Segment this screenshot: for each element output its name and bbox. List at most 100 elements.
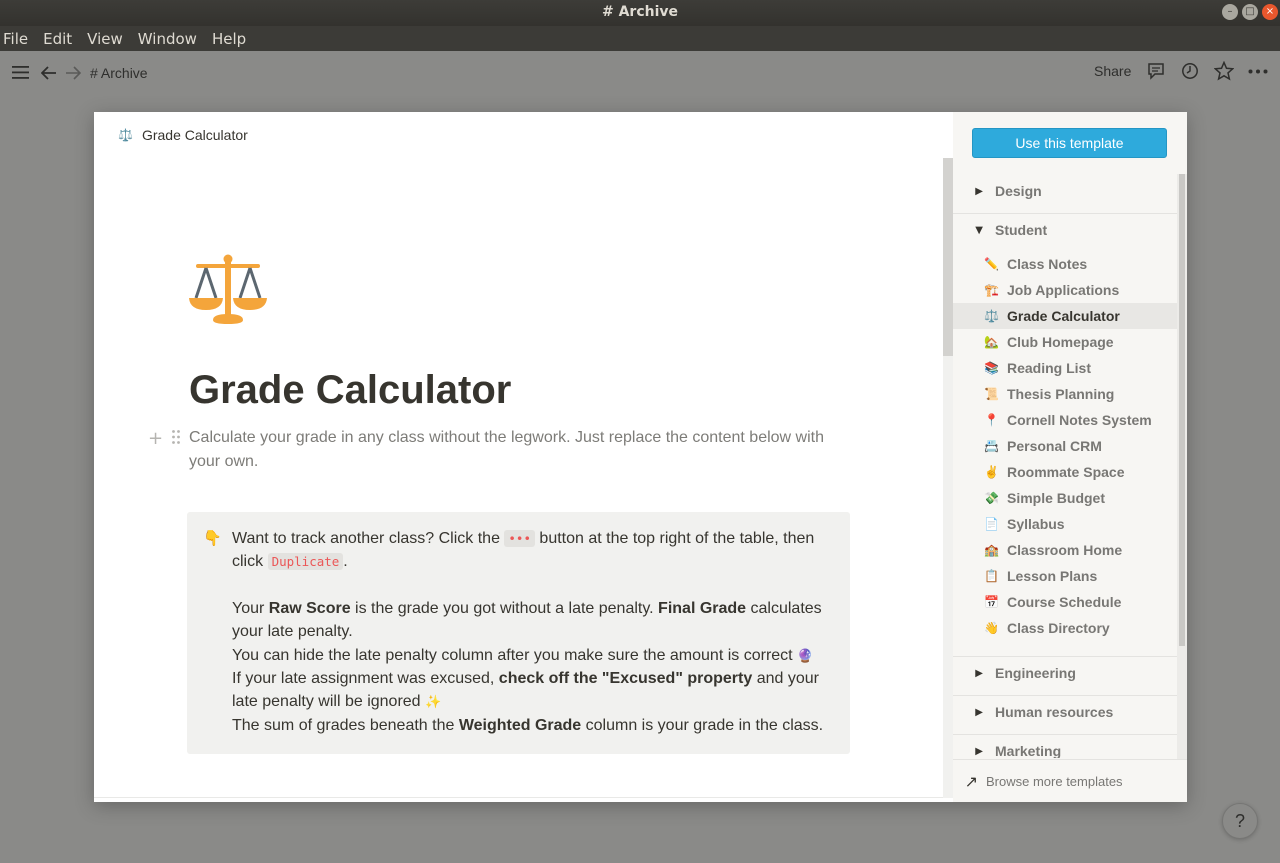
- triangle-down-icon: ▼: [975, 224, 983, 236]
- callout-text-span: .: [343, 553, 348, 571]
- forward-arrow-icon[interactable]: [65, 65, 81, 81]
- callout-paragraph: The sum of grades beneath the Weighted G…: [232, 714, 832, 737]
- document-icon: 📄: [984, 517, 999, 531]
- template-item-class-directory[interactable]: 👋 Class Directory: [953, 615, 1177, 641]
- callout-text-span: If your late assignment was excused,: [232, 670, 499, 688]
- breadcrumb[interactable]: # Archive: [90, 65, 148, 81]
- divider: [953, 213, 1177, 214]
- calendar-icon: 📅: [984, 595, 999, 609]
- use-template-button[interactable]: Use this template: [972, 128, 1167, 158]
- balance-scale-icon: [189, 254, 267, 324]
- callout-text-span: Want to track another class? Click the: [232, 530, 505, 547]
- close-icon[interactable]: ×: [1262, 4, 1278, 20]
- preview-scrollbar[interactable]: [943, 158, 953, 798]
- drag-handle-icon[interactable]: [171, 429, 181, 445]
- pencil-icon: ✏️: [984, 257, 999, 271]
- preview-header-title: Grade Calculator: [141, 127, 248, 143]
- template-preview: ⚖️ Grade Calculator Grade Calculator + C…: [94, 112, 953, 802]
- template-item-job-applications[interactable]: 🏗️ Job Applications: [953, 277, 1177, 303]
- template-item-class-notes[interactable]: ✏️ Class Notes: [953, 251, 1177, 277]
- template-item-label: Simple Budget: [1007, 490, 1106, 506]
- category-label: Student: [995, 222, 1048, 238]
- template-category-list: ▶ Design ▼ Student ✏️ Class Notes 🏗️ Job A…: [953, 174, 1177, 758]
- template-item-label: Reading List: [1007, 360, 1092, 376]
- back-arrow-icon[interactable]: [41, 65, 57, 81]
- victory-hand-icon: ✌️: [984, 465, 999, 479]
- template-item-label: Lesson Plans: [1007, 568, 1098, 584]
- clipboard-icon: 📋: [984, 569, 999, 583]
- template-item-thesis-planning[interactable]: 📜 Thesis Planning: [953, 381, 1177, 407]
- template-sidebar: Use this template ▶ Design ▼ Student ✏️ C…: [953, 112, 1187, 802]
- triangle-right-icon: ▶: [975, 667, 983, 679]
- callout-bold: Final Grade: [658, 599, 747, 617]
- template-item-club-homepage[interactable]: 🏡 Club Homepage: [953, 329, 1177, 355]
- share-button[interactable]: Share: [1094, 63, 1131, 79]
- menu-window[interactable]: Window: [138, 30, 197, 48]
- template-item-lesson-plans[interactable]: 📋 Lesson Plans: [953, 563, 1177, 589]
- more-options-icon[interactable]: [1248, 69, 1268, 74]
- template-item-label: Job Applications: [1007, 282, 1120, 298]
- divider: [953, 734, 1177, 735]
- callout-bold: check off the "Excused" property: [498, 670, 753, 688]
- maximize-icon[interactable]: □: [1242, 4, 1258, 20]
- scrollbar-thumb[interactable]: [1179, 174, 1185, 646]
- add-block-icon[interactable]: +: [148, 428, 163, 449]
- minimize-icon[interactable]: –: [1222, 4, 1238, 20]
- inline-code: •••: [504, 530, 535, 547]
- money-wings-icon: 💸: [984, 491, 999, 505]
- callout-paragraph: Your Raw Score is the grade you got with…: [232, 597, 832, 644]
- callout-text-span: column is your grade in the class.: [581, 716, 824, 734]
- menu-help[interactable]: Help: [212, 30, 246, 48]
- template-item-label: Syllabus: [1007, 516, 1065, 532]
- template-item-syllabus[interactable]: 📄 Syllabus: [953, 511, 1177, 537]
- callout-block: 👇 Want to track another class? Click the…: [187, 512, 850, 754]
- triangle-right-icon: ▶: [975, 185, 983, 197]
- inline-code: Duplicate: [267, 553, 344, 571]
- template-item-personal-crm[interactable]: 📇 Personal CRM: [953, 433, 1177, 459]
- category-marketing[interactable]: ▶ Marketing: [953, 736, 1177, 758]
- category-label: Design: [995, 183, 1042, 199]
- triangle-right-icon: ▶: [975, 745, 983, 757]
- category-label: Marketing: [995, 743, 1062, 758]
- category-student[interactable]: ▼ Student: [953, 215, 1177, 245]
- divider: [953, 695, 1177, 696]
- house-garden-icon: 🏡: [984, 335, 999, 349]
- scrollbar-thumb[interactable]: [943, 158, 953, 356]
- favorite-star-icon[interactable]: [1214, 61, 1234, 81]
- page-title: Grade Calculator: [189, 368, 512, 412]
- template-item-label: Cornell Notes System: [1007, 412, 1152, 428]
- callout-paragraph: You can hide the late penalty column aft…: [232, 644, 832, 667]
- history-clock-icon[interactable]: [1181, 62, 1199, 80]
- category-engineering[interactable]: ▶ Engineering: [953, 658, 1177, 688]
- help-button[interactable]: ?: [1222, 803, 1258, 839]
- pointing-down-icon: 👇: [203, 530, 222, 547]
- template-item-classroom-home[interactable]: 🏫 Classroom Home: [953, 537, 1177, 563]
- template-item-label: Thesis Planning: [1007, 386, 1115, 402]
- callout-text-span: The sum of grades beneath the: [232, 716, 459, 734]
- template-item-cornell-notes[interactable]: 📍 Cornell Notes System: [953, 407, 1177, 433]
- template-item-simple-budget[interactable]: 💸 Simple Budget: [953, 485, 1177, 511]
- menu-file[interactable]: File: [3, 30, 28, 48]
- comment-icon[interactable]: [1147, 62, 1165, 80]
- callout-text: Want to track another class? Click the •…: [232, 527, 832, 737]
- window-titlebar: # Archive – □ ×: [0, 0, 1280, 26]
- callout-text-span: Your: [232, 599, 269, 617]
- balance-scale-icon: ⚖️: [118, 128, 133, 142]
- app-toolbar: # Archive Share: [0, 51, 1280, 94]
- template-item-grade-calculator[interactable]: ⚖️ Grade Calculator: [953, 303, 1177, 329]
- menu-bar: File Edit View Window Help: [0, 26, 1280, 51]
- template-item-roommate-space[interactable]: ✌️ Roommate Space: [953, 459, 1177, 485]
- template-item-course-schedule[interactable]: 📅 Course Schedule: [953, 589, 1177, 615]
- browse-more-templates-link[interactable]: ↗ Browse more templates: [953, 759, 1187, 802]
- menu-view[interactable]: View: [87, 30, 123, 48]
- template-item-label: Course Schedule: [1007, 594, 1122, 610]
- construction-icon: 🏗️: [984, 283, 999, 297]
- template-item-label: Class Directory: [1007, 620, 1110, 636]
- category-design[interactable]: ▶ Design: [953, 176, 1177, 206]
- template-item-label: Classroom Home: [1007, 542, 1123, 558]
- category-human-resources[interactable]: ▶ Human resources: [953, 697, 1177, 727]
- menu-edit[interactable]: Edit: [43, 30, 72, 48]
- hamburger-menu-icon[interactable]: [12, 65, 29, 80]
- template-item-reading-list[interactable]: 📚 Reading List: [953, 355, 1177, 381]
- sidebar-scrollbar[interactable]: [1177, 174, 1187, 759]
